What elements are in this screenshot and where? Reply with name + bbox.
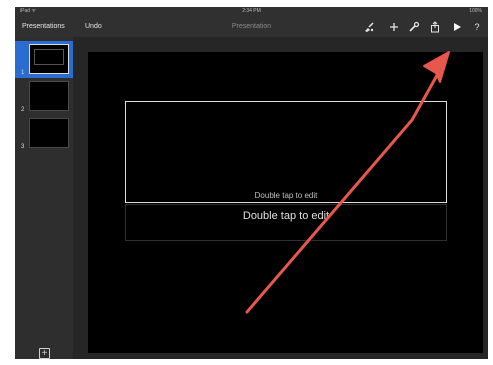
brush-icon[interactable] [363,21,375,33]
slide-number: 3 [21,144,25,150]
add-slide-button[interactable]: + [39,348,50,359]
slide-navigator: 1 2 3 + [15,37,73,359]
share-icon[interactable] [429,21,441,33]
toolbar: Presentations Undo Presentation ? [15,16,488,37]
slide-number: 1 [21,70,25,76]
title-placeholder-text: Double tap to edit [254,191,318,200]
undo-button[interactable]: Undo [85,16,102,37]
slide-preview [29,44,69,74]
clock: 2:34 PM [242,8,261,14]
slide-preview [29,81,69,111]
title-placeholder-box[interactable]: Double tap to edit [125,101,447,203]
subtitle-placeholder-box[interactable]: Double tap to edit [125,204,447,241]
slide-canvas-area: Double tap to edit Double tap to edit [73,37,488,359]
wrench-icon[interactable] [408,21,420,33]
slide-number: 2 [21,107,25,113]
play-icon[interactable] [451,21,463,33]
slide-preview [29,118,69,148]
status-bar: iPad ᯤ 2:34 PM 100% [15,7,488,16]
ipad-screen: iPad ᯤ 2:34 PM 100% Presentations Undo P… [15,7,488,359]
plus-icon[interactable] [388,21,400,33]
slide-thumbnail-3[interactable]: 3 [15,115,73,152]
slide-canvas[interactable]: Double tap to edit Double tap to edit [88,52,483,353]
battery-indicator: 100% [469,8,482,14]
slide-thumbnail-1[interactable]: 1 [15,41,73,78]
subtitle-placeholder-text: Double tap to edit [242,210,330,222]
help-icon[interactable]: ? [471,21,483,33]
presentations-button[interactable]: Presentations [22,16,65,37]
slide-thumbnail-2[interactable]: 2 [15,78,73,115]
